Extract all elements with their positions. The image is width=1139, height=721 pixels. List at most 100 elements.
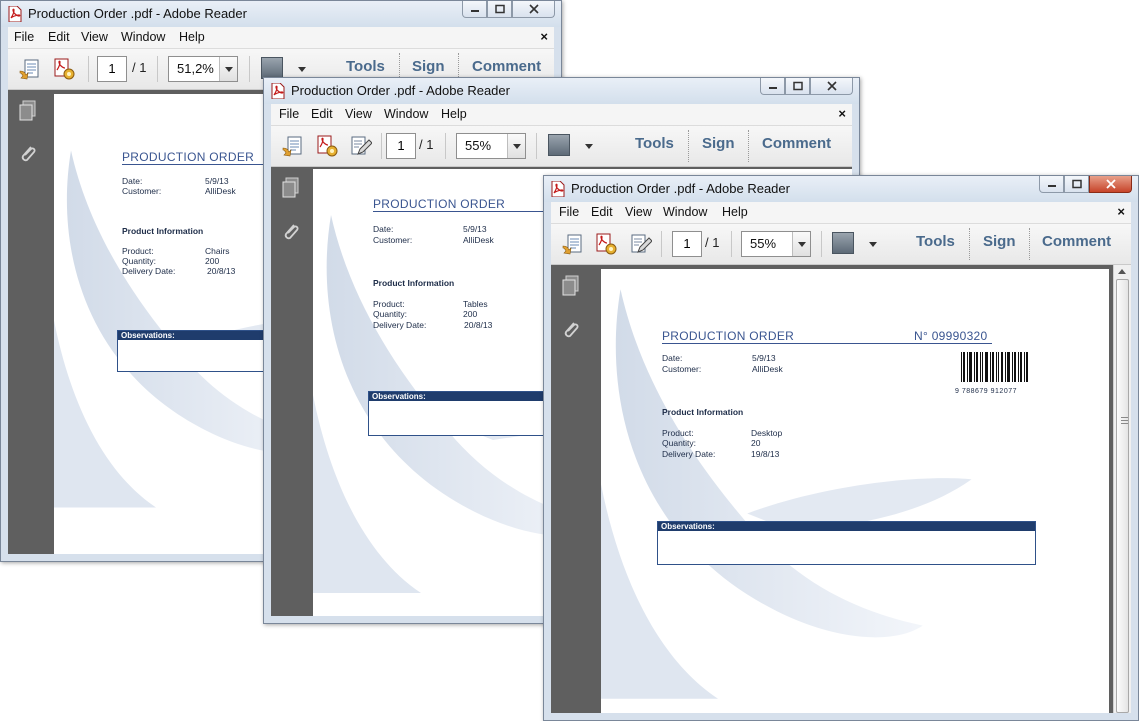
scrollbar-thumb[interactable] [1116, 279, 1129, 713]
menu-view[interactable]: View [345, 107, 372, 121]
restore-icon [494, 4, 505, 14]
menu-help[interactable]: Help [179, 30, 205, 44]
zoom-value: 55% [750, 236, 777, 251]
title-bar[interactable]: Production Order .pdf - Adobe Reader [1, 1, 561, 27]
thumb-grip [1121, 420, 1128, 421]
close-icon [528, 4, 539, 14]
pdf-settings-icon[interactable] [315, 134, 339, 158]
page-total: / 1 [705, 235, 720, 250]
close-button[interactable] [810, 78, 853, 95]
menu-view[interactable]: View [81, 30, 108, 44]
menu-file[interactable]: File [14, 30, 34, 44]
page-number-input[interactable]: 1 [97, 56, 127, 82]
zoom-select[interactable]: 51,2% [168, 56, 238, 82]
restore-button[interactable] [487, 1, 512, 18]
vertical-scrollbar[interactable] [1113, 265, 1131, 713]
chevron-down-icon[interactable] [869, 242, 877, 247]
page-number-input[interactable]: 1 [672, 231, 702, 257]
menu-window[interactable]: Window [121, 30, 165, 44]
edit-pdf-icon[interactable] [628, 232, 652, 256]
minimize-icon [768, 87, 777, 89]
page-number-input[interactable]: 1 [386, 133, 416, 159]
menu-edit[interactable]: Edit [48, 30, 70, 44]
zoom-dropdown-icon[interactable] [219, 57, 237, 81]
pages-icon[interactable] [561, 275, 581, 297]
fit-page-icon[interactable] [548, 134, 570, 156]
fit-page-icon[interactable] [261, 57, 283, 79]
delivery-value: 20/8/13 [207, 266, 236, 276]
thumb-grip [1121, 423, 1128, 424]
zoom-dropdown-icon[interactable] [792, 232, 810, 256]
close-document-button[interactable]: × [838, 106, 846, 121]
attachments-icon[interactable] [281, 220, 301, 242]
fit-page-icon[interactable] [832, 232, 854, 254]
toolbar-separator [748, 130, 749, 162]
window-title: Production Order .pdf - Adobe Reader [571, 181, 790, 196]
title-bar[interactable]: Production Order .pdf - Adobe Reader [544, 176, 1138, 202]
menu-edit[interactable]: Edit [311, 107, 333, 121]
reader-window-desktop[interactable]: Production Order .pdf - Adobe Reader Fil… [543, 175, 1139, 721]
create-pdf-icon[interactable] [561, 232, 585, 256]
scroll-up-icon[interactable] [1118, 269, 1126, 274]
pdf-icon [8, 6, 22, 22]
pages-icon[interactable] [18, 100, 38, 122]
toolbar: 1 / 1 55% Tools Sign Comment [271, 126, 852, 167]
menu-help[interactable]: Help [441, 107, 467, 121]
tools-link[interactable]: Tools [635, 135, 674, 152]
window-controls [1039, 176, 1132, 194]
menu-help[interactable]: Help [722, 205, 748, 219]
sign-link[interactable]: Sign [412, 58, 445, 75]
menu-window[interactable]: Window [384, 107, 428, 121]
minimize-icon [1047, 185, 1056, 187]
toolbar-separator [688, 130, 689, 162]
minimize-button[interactable] [1039, 176, 1064, 193]
zoom-select[interactable]: 55% [741, 231, 811, 257]
close-icon [1105, 179, 1116, 189]
pdf-settings-icon[interactable] [594, 232, 618, 256]
attachments-icon[interactable] [561, 318, 581, 340]
edit-pdf-icon[interactable] [348, 134, 372, 158]
close-document-button[interactable]: × [1117, 204, 1125, 219]
pdf-icon [271, 83, 285, 99]
pages-icon[interactable] [281, 177, 301, 199]
close-document-button[interactable]: × [540, 29, 548, 44]
zoom-dropdown-icon[interactable] [507, 134, 525, 158]
chevron-down-icon[interactable] [585, 144, 593, 149]
restore-button[interactable] [1064, 176, 1089, 193]
create-pdf-icon[interactable] [18, 57, 42, 81]
restore-icon [792, 81, 803, 91]
comment-link[interactable]: Comment [762, 135, 831, 152]
menu-view[interactable]: View [625, 205, 652, 219]
minimize-button[interactable] [462, 1, 487, 18]
close-button[interactable] [1089, 176, 1132, 193]
menu-file[interactable]: File [559, 205, 579, 219]
attachments-icon[interactable] [18, 142, 38, 164]
tools-link[interactable]: Tools [916, 233, 955, 250]
minimize-button[interactable] [760, 78, 785, 95]
sign-link[interactable]: Sign [702, 135, 735, 152]
zoom-value: 51,2% [177, 61, 214, 76]
zoom-select[interactable]: 55% [456, 133, 526, 159]
customer-label: Customer: [122, 186, 162, 196]
customer-label: Customer: [662, 364, 702, 374]
date-label: Date: [122, 176, 143, 186]
sign-link[interactable]: Sign [983, 233, 1016, 250]
document-viewer[interactable]: PRODUCTION ORDER N° 09990320 9 788679 91… [589, 265, 1131, 713]
close-button[interactable] [512, 1, 555, 18]
toolbar-separator [249, 56, 250, 82]
comment-link[interactable]: Comment [1042, 233, 1111, 250]
quantity-value: 20 [751, 438, 761, 448]
chevron-down-icon[interactable] [298, 67, 306, 72]
menu-window[interactable]: Window [663, 205, 707, 219]
delivery-value: 20/8/13 [464, 320, 493, 330]
tools-link[interactable]: Tools [346, 58, 385, 75]
menu-file[interactable]: File [279, 107, 299, 121]
comment-link[interactable]: Comment [472, 58, 541, 75]
create-pdf-icon[interactable] [281, 134, 305, 158]
menu-edit[interactable]: Edit [591, 205, 613, 219]
restore-button[interactable] [785, 78, 810, 95]
doc-title: PRODUCTION ORDER [373, 197, 506, 211]
pdf-settings-icon[interactable] [52, 57, 76, 81]
title-bar[interactable]: Production Order .pdf - Adobe Reader [264, 78, 859, 104]
customer-value: AlliDesk [463, 235, 494, 245]
